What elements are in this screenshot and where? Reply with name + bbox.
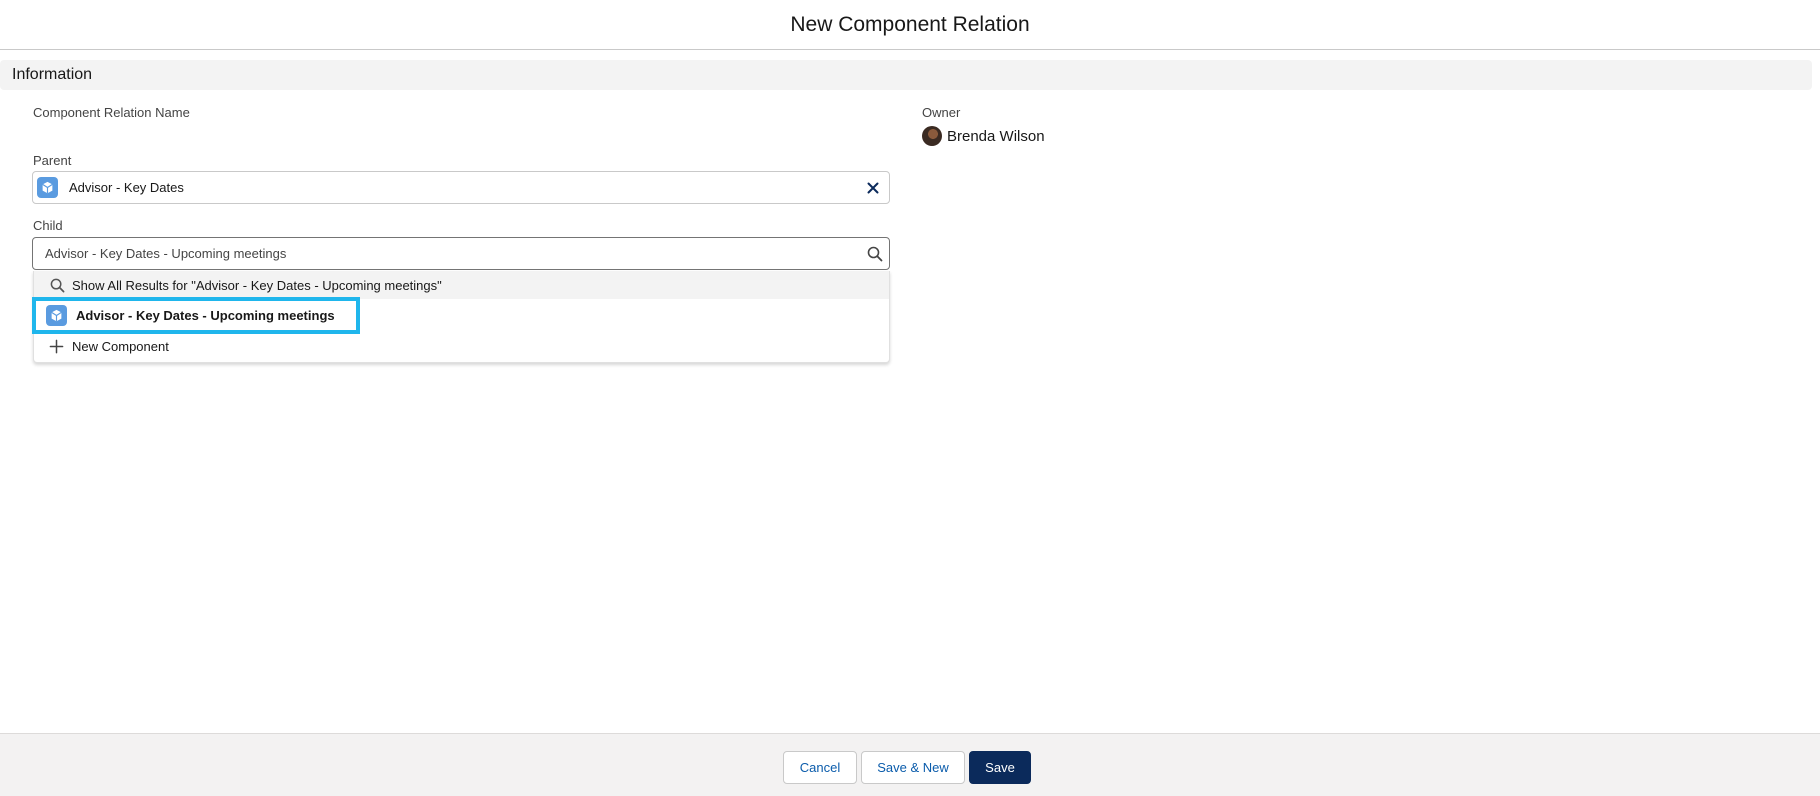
result-option[interactable]: Advisor - Key Dates - Upcoming meetings xyxy=(34,300,889,331)
owner-label: Owner xyxy=(922,105,961,120)
section-header-information[interactable]: Information xyxy=(0,60,1812,90)
component-icon xyxy=(37,177,58,198)
child-label: Child xyxy=(33,218,63,233)
save-and-new-button[interactable]: Save & New xyxy=(861,751,965,784)
cancel-button[interactable]: Cancel xyxy=(783,751,857,784)
save-button[interactable]: Save xyxy=(969,751,1031,784)
modal-footer: Cancel Save & New Save xyxy=(0,733,1820,796)
new-component-option[interactable]: New Component xyxy=(34,331,889,361)
section-title: Information xyxy=(12,66,93,83)
plus-icon xyxy=(49,339,67,354)
modal-title: New Component Relation xyxy=(790,12,1030,36)
new-component-label: New Component xyxy=(72,338,169,354)
search-icon xyxy=(50,278,68,293)
show-all-results-label: Show All Results for "Advisor - Key Date… xyxy=(72,277,442,293)
child-input-value: Advisor - Key Dates - Upcoming meetings xyxy=(45,246,287,261)
parent-value: Advisor - Key Dates xyxy=(69,180,184,195)
close-icon[interactable] xyxy=(863,178,883,198)
parent-label: Parent xyxy=(33,153,72,168)
result-label: Advisor - Key Dates - Upcoming meetings xyxy=(76,308,335,323)
component-icon xyxy=(46,305,67,326)
avatar xyxy=(922,126,942,146)
owner-value[interactable]: Brenda Wilson xyxy=(922,126,1045,146)
lookup-dropdown: Show All Results for "Advisor - Key Date… xyxy=(33,271,890,363)
parent-lookup-field[interactable]: Advisor - Key Dates xyxy=(32,171,890,204)
search-icon xyxy=(865,244,885,264)
show-all-results-option[interactable]: Show All Results for "Advisor - Key Date… xyxy=(34,271,889,299)
modal-header: New Component Relation xyxy=(0,0,1820,50)
owner-name: Brenda Wilson xyxy=(947,127,1045,145)
child-search-input[interactable]: Advisor - Key Dates - Upcoming meetings xyxy=(32,237,890,270)
component-relation-name-label: Component Relation Name xyxy=(33,105,190,120)
